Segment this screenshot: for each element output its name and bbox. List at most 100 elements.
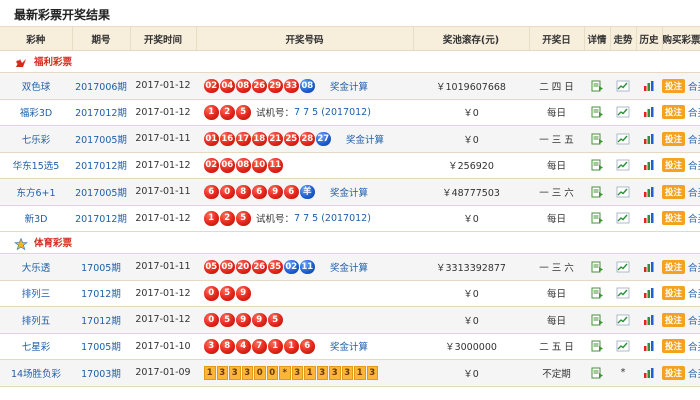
prize-pool: ￥48777503 [413,178,529,206]
history-cell [636,253,662,281]
lottery-name-link[interactable]: 双色球 [22,82,51,93]
history-bar-chart-icon[interactable] [642,159,656,171]
group-buy-link[interactable]: 合买 [688,161,700,172]
red-ball: 8 [220,339,235,354]
issue-link[interactable]: 2017005期 [75,135,127,146]
bet-button[interactable]: 投注 [662,211,686,226]
trial-number-value[interactable]: 7 7 5 (2017012) [294,107,371,118]
blue-ball: 11 [300,259,315,274]
detail-document-icon[interactable] [590,367,604,379]
group-buy-link[interactable]: 合买 [688,342,700,353]
detail-document-icon[interactable] [590,212,604,224]
trend-line-icon[interactable] [616,133,630,145]
lottery-name-link[interactable]: 排列五 [22,316,51,327]
red-ball: 05 [204,259,219,274]
prize-calc-link[interactable]: 奖金计算 [330,82,368,93]
lottery-name-cell: 排列五 [0,306,72,334]
group-header-row: 福利彩票 [0,50,700,73]
trend-line-icon[interactable] [616,80,630,92]
col-header-date: 开奖时间 [130,26,197,51]
detail-document-icon[interactable] [590,186,604,198]
bet-button[interactable]: 投注 [662,158,686,173]
bet-button[interactable]: 投注 [662,312,686,327]
trend-line-icon[interactable] [616,287,630,299]
winning-numbers-cell: 05995 [196,306,413,334]
group-buy-link[interactable]: 合买 [688,188,700,199]
group-buy-link[interactable]: 合买 [688,108,700,119]
detail-document-icon[interactable] [590,159,604,171]
history-bar-chart-icon[interactable] [642,287,656,299]
trend-cell [610,178,636,206]
history-bar-chart-icon[interactable] [642,106,656,118]
detail-document-icon[interactable] [590,80,604,92]
history-bar-chart-icon[interactable] [642,133,656,145]
detail-document-icon[interactable] [590,106,604,118]
issue-cell: 17012期 [72,280,130,307]
issue-link[interactable]: 17005期 [81,263,121,274]
issue-link[interactable]: 2017005期 [75,188,127,199]
draw-days: 每日 [529,152,584,179]
detail-document-icon[interactable] [590,261,604,273]
trial-number-value[interactable]: 7 7 5 (2017012) [294,213,371,224]
bet-button[interactable]: 投注 [662,339,686,354]
issue-link[interactable]: 2017012期 [75,161,127,172]
bet-button[interactable]: 投注 [662,78,686,93]
group-buy-link[interactable]: 合买 [688,289,700,300]
lottery-name-link[interactable]: 14场胜负彩 [11,369,61,380]
trend-line-icon[interactable] [616,106,630,118]
trend-line-icon[interactable] [616,212,630,224]
detail-document-icon[interactable] [590,287,604,299]
issue-cell: 2017005期 [72,178,130,206]
detail-document-icon[interactable] [590,340,604,352]
detail-document-icon[interactable] [590,133,604,145]
history-bar-chart-icon[interactable] [642,340,656,352]
trend-line-icon[interactable] [616,186,630,198]
issue-link[interactable]: 17012期 [81,316,121,327]
bet-button[interactable]: 投注 [662,259,686,274]
group-buy-link[interactable]: 合买 [688,214,700,225]
history-bar-chart-icon[interactable] [642,367,656,379]
lottery-name-link[interactable]: 华东15选5 [13,161,60,172]
prize-calc-link[interactable]: 奖金计算 [330,263,368,274]
trend-line-icon[interactable] [616,314,630,326]
history-bar-chart-icon[interactable] [642,261,656,273]
group-buy-link[interactable]: 合买 [688,263,700,274]
draw-date: 2017-01-12 [130,99,196,126]
lottery-name-link[interactable]: 七星彩 [22,342,51,353]
trend-line-icon[interactable] [616,340,630,352]
bet-button[interactable]: 投注 [662,105,686,120]
group-buy-link[interactable]: 合买 [688,135,700,146]
draw-days: 每日 [529,205,584,232]
lottery-name-link[interactable]: 东方6+1 [16,188,55,199]
prize-calc-link[interactable]: 奖金计算 [346,135,384,146]
history-bar-chart-icon[interactable] [642,212,656,224]
issue-link[interactable]: 2017012期 [75,108,127,119]
trend-line-icon[interactable] [616,159,630,171]
issue-link[interactable]: 2017006期 [75,82,127,93]
prize-calc-link[interactable]: 奖金计算 [330,188,368,199]
bet-button[interactable]: 投注 [662,286,686,301]
lottery-name-link[interactable]: 排列三 [22,289,51,300]
prize-calc-link[interactable]: 奖金计算 [330,342,368,353]
history-bar-chart-icon[interactable] [642,186,656,198]
trend-line-icon[interactable] [616,261,630,273]
results-table: 彩种 期号 开奖时间 开奖号码 奖池滚存(元) 开奖日 详情 走势 历史 购买彩… [0,26,700,387]
group-buy-link[interactable]: 合买 [688,316,700,327]
bet-button[interactable]: 投注 [662,184,686,199]
issue-link[interactable]: 17012期 [81,289,121,300]
bet-button[interactable]: 投注 [662,365,686,380]
lottery-name-link[interactable]: 七乐彩 [22,135,51,146]
lottery-name-link[interactable]: 大乐透 [22,263,51,274]
detail-document-icon[interactable] [590,314,604,326]
issue-link[interactable]: 17005期 [81,342,121,353]
group-buy-link[interactable]: 合买 [688,369,700,380]
issue-link[interactable]: 17003期 [81,369,121,380]
lottery-name-link[interactable]: 福彩3D [20,108,52,119]
lottery-name-link[interactable]: 新3D [25,214,48,225]
history-bar-chart-icon[interactable] [642,80,656,92]
history-bar-chart-icon[interactable] [642,314,656,326]
bet-button[interactable]: 投注 [662,131,686,146]
issue-cell: 2017012期 [72,99,130,126]
group-buy-link[interactable]: 合买 [688,82,700,93]
issue-link[interactable]: 2017012期 [75,214,127,225]
